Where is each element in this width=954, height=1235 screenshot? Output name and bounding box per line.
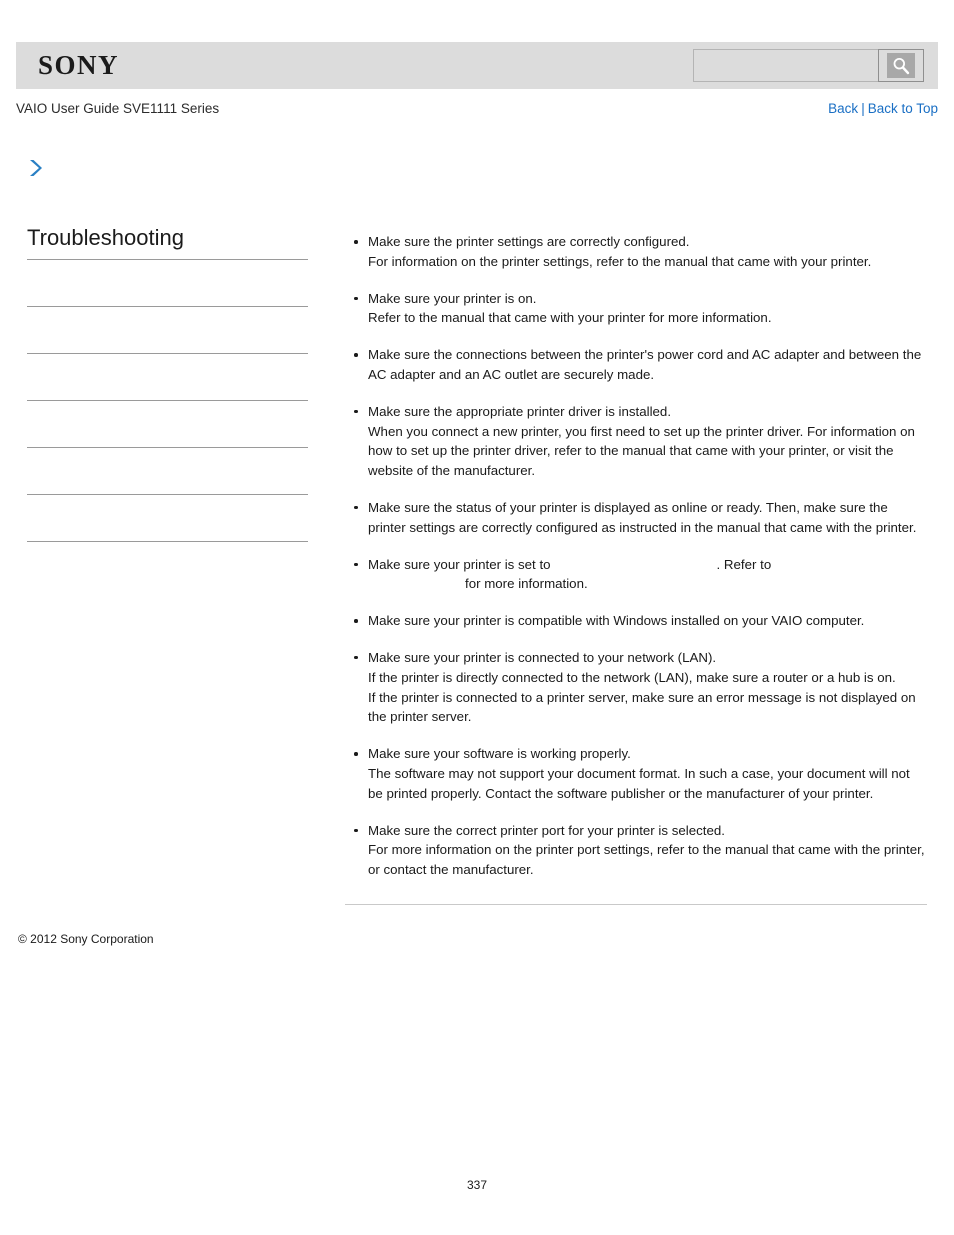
- tip-item: Make sure your software is working prope…: [345, 744, 927, 803]
- tip-line: If the printer is connected to a printer…: [368, 689, 916, 725]
- tip-line: Make sure the status of your printer is …: [368, 499, 917, 535]
- troubleshooting-tip-list: Make sure the printer settings are corre…: [345, 232, 927, 880]
- sidebar-item-4[interactable]: [27, 400, 308, 447]
- tip-line: Make sure your printer is on.: [368, 290, 537, 306]
- tip-line: If the printer is directly connected to …: [368, 669, 896, 685]
- sidebar-heading: Troubleshooting: [27, 225, 184, 250]
- content-bottom-divider: [345, 903, 927, 905]
- tip-line: Refer to the manual that came with your …: [368, 310, 772, 326]
- back-to-top-link[interactable]: Back to Top: [868, 101, 938, 116]
- sony-logo: SONY: [38, 50, 120, 80]
- tip-item: Make sure the correct printer port for y…: [345, 821, 927, 880]
- tip-item: Make sure the printer settings are corre…: [345, 232, 927, 272]
- tip-line: For more information on the printer port…: [368, 842, 925, 878]
- back-link[interactable]: Back: [828, 101, 858, 116]
- tip-item: Make sure your printer is compatible wit…: [345, 611, 927, 631]
- tip-item: Make sure the status of your printer is …: [345, 498, 927, 538]
- tip-line: Make sure your printer is connected to y…: [368, 649, 717, 665]
- sidebar-item-2[interactable]: [27, 306, 308, 353]
- tip-item: Make sure your printer is on. Refer to t…: [345, 289, 927, 329]
- tip-line: When you connect a new printer, you firs…: [368, 423, 915, 479]
- tip-line: Make sure your printer is compatible wit…: [368, 613, 865, 629]
- chevron-right-icon[interactable]: [27, 158, 45, 178]
- tip-item-printer-set-to: Make sure your printer is set to . Refer …: [345, 555, 927, 595]
- sidebar: Troubleshooting: [27, 158, 308, 543]
- search-input[interactable]: [693, 49, 878, 82]
- tip-line: Make sure the connections between the pr…: [368, 347, 922, 382]
- tip-line: Make sure the appropriate printer driver…: [368, 403, 672, 419]
- tip-item: Make sure the connections between the pr…: [345, 345, 927, 385]
- search-icon: [887, 53, 915, 78]
- copyright-notice: © 2012 Sony Corporation: [18, 932, 154, 946]
- sidebar-item-1[interactable]: [27, 259, 308, 306]
- search-button[interactable]: [878, 49, 924, 82]
- tip-item: Make sure the appropriate printer driver…: [345, 402, 927, 481]
- nav-links: Back | Back to Top: [828, 101, 938, 116]
- site-header: SONY: [16, 42, 938, 89]
- search-area: [693, 49, 924, 82]
- tip-text-part-a: Make sure your printer is set to: [368, 556, 551, 572]
- sidebar-item-6[interactable]: [27, 494, 308, 541]
- page-number: 337: [466, 1178, 488, 1192]
- tip-line: Make sure the correct printer port for y…: [368, 822, 725, 838]
- tip-text-part-c: for more information.: [465, 576, 588, 592]
- tip-line: Make sure your software is working prope…: [368, 746, 631, 762]
- tip-line: For information on the printer settings,…: [368, 253, 872, 269]
- tip-line: The software may not support your docume…: [368, 765, 910, 801]
- sidebar-list: [27, 259, 308, 543]
- nav-separator: |: [861, 101, 865, 116]
- sidebar-item-3[interactable]: [27, 353, 308, 400]
- tip-text-part-b: . Refer to: [716, 556, 772, 572]
- tip-item: Make sure your printer is connected to y…: [345, 648, 927, 727]
- guide-title: VAIO User Guide SVE1111 Series: [16, 101, 220, 116]
- tip-line: Make sure the printer settings are corre…: [368, 234, 690, 249]
- sidebar-list-end-divider: [27, 541, 308, 543]
- subheader: VAIO User Guide SVE1111 Series Back | Back…: [16, 101, 938, 121]
- sidebar-item-5[interactable]: [27, 447, 308, 494]
- main-content: Make sure the printer settings are corre…: [345, 232, 927, 905]
